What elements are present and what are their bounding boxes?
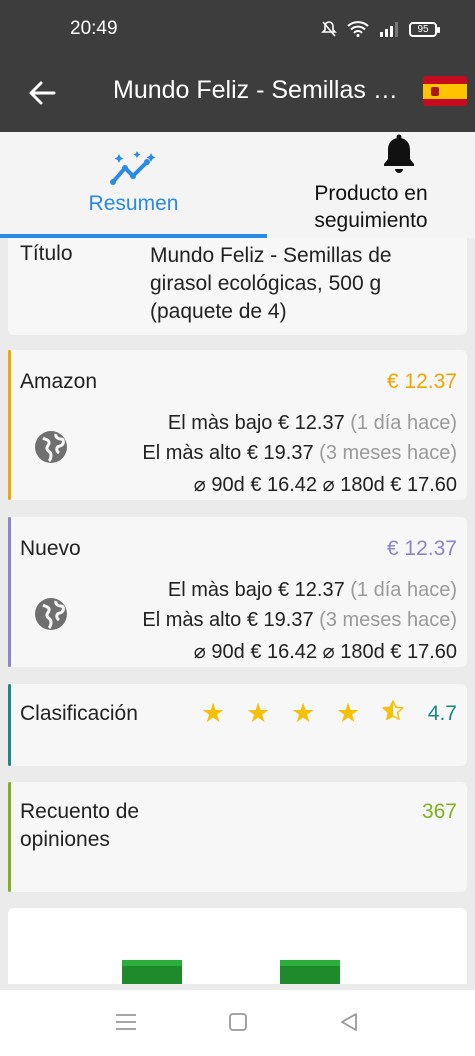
product-image <box>280 960 340 984</box>
amazon-highest-row: El màs alto € 19.37 (3 meses hace) <box>142 442 457 464</box>
title-card: Título Mundo Feliz - Semillas de girasol… <box>8 238 467 335</box>
amazon-average-row: ⌀ 90d € 16.42 ⌀ 180d € 17.60 <box>193 474 457 496</box>
status-bar: 20:49 95 <box>0 0 475 60</box>
status-icons: 95 <box>321 20 440 38</box>
rating-label: Clasificación <box>20 702 138 725</box>
star-icon: ★ <box>246 698 271 728</box>
amazon-label: Amazon <box>20 370 98 393</box>
amazon-lowest-row: El màs bajo € 12.37 (1 día hace) <box>167 412 457 434</box>
title-key: Título <box>20 242 73 265</box>
star-icon: ★ <box>291 698 316 728</box>
title-value: Mundo Feliz - Semillas de girasol ecológ… <box>150 244 392 323</box>
nuevo-color-bar <box>8 517 11 667</box>
menu-icon[interactable] <box>112 1010 140 1034</box>
nuevo-price: € 12.37 <box>386 537 457 560</box>
bell-icon <box>384 134 414 173</box>
battery-icon: 95 <box>409 21 440 37</box>
page-title: Mundo Feliz - Semillas de girasol ecológ… <box>113 76 408 104</box>
nuevo-highest-row: El màs alto € 19.37 (3 meses hace) <box>142 609 457 631</box>
nuevo-price-card[interactable]: Nuevo € 12.37 El màs bajo € 12.37 (1 día… <box>8 517 467 667</box>
system-nav-bar <box>0 990 475 1056</box>
chart-sparkle-icon <box>110 151 156 185</box>
reviews-color-bar <box>8 782 11 892</box>
back-arrow-icon[interactable] <box>26 77 58 109</box>
product-image <box>122 960 182 984</box>
reviews-value: 367 <box>421 800 457 823</box>
mute-icon <box>321 21 337 37</box>
amazon-price-card[interactable]: Amazon € 12.37 El màs bajo € 12.37 (1 dí… <box>8 350 467 500</box>
star-icon: ★ <box>336 698 361 728</box>
rating-value: 4.7 <box>427 702 457 725</box>
tab-resumen-label: Resumen <box>88 192 179 215</box>
amazon-color-bar <box>8 350 11 500</box>
nuevo-average-row: ⌀ 90d € 16.42 ⌀ 180d € 17.60 <box>193 641 457 663</box>
back-icon[interactable] <box>336 1010 364 1034</box>
tab-bar: Resumen Producto en seguimiento <box>0 132 475 238</box>
spain-flag-icon[interactable] <box>423 76 467 106</box>
globe-icon <box>35 431 67 463</box>
rating-color-bar <box>8 684 11 766</box>
reviews-label: Recuento de opiniones <box>20 800 140 851</box>
product-image-card[interactable] <box>8 908 467 984</box>
reviews-card: Recuento de opiniones 367 <box>8 782 467 892</box>
half-star-icon <box>381 698 405 730</box>
amazon-price: € 12.37 <box>386 370 457 393</box>
tab-seguimiento-label: Producto en seguimiento <box>314 182 428 232</box>
nuevo-label: Nuevo <box>20 537 81 560</box>
content-scroll[interactable]: Título Mundo Feliz - Semillas de girasol… <box>0 238 475 984</box>
status-time: 20:49 <box>70 18 118 39</box>
star-icon: ★ <box>201 698 226 728</box>
signal-icon <box>380 22 398 37</box>
home-icon[interactable] <box>224 1010 252 1034</box>
nuevo-lowest-row: El màs bajo € 12.37 (1 día hace) <box>167 579 457 601</box>
wifi-icon <box>347 21 369 37</box>
app-bar: Mundo Feliz - Semillas de girasol ecológ… <box>0 60 475 132</box>
rating-card: Clasificación ★ ★ ★ ★ 4.7 <box>8 684 467 766</box>
tab-producto-en-seguimiento[interactable]: Producto en seguimiento <box>267 132 475 238</box>
star-rating: ★ ★ ★ ★ <box>201 698 405 730</box>
globe-icon <box>35 598 67 630</box>
tab-resumen[interactable]: Resumen <box>0 132 267 238</box>
